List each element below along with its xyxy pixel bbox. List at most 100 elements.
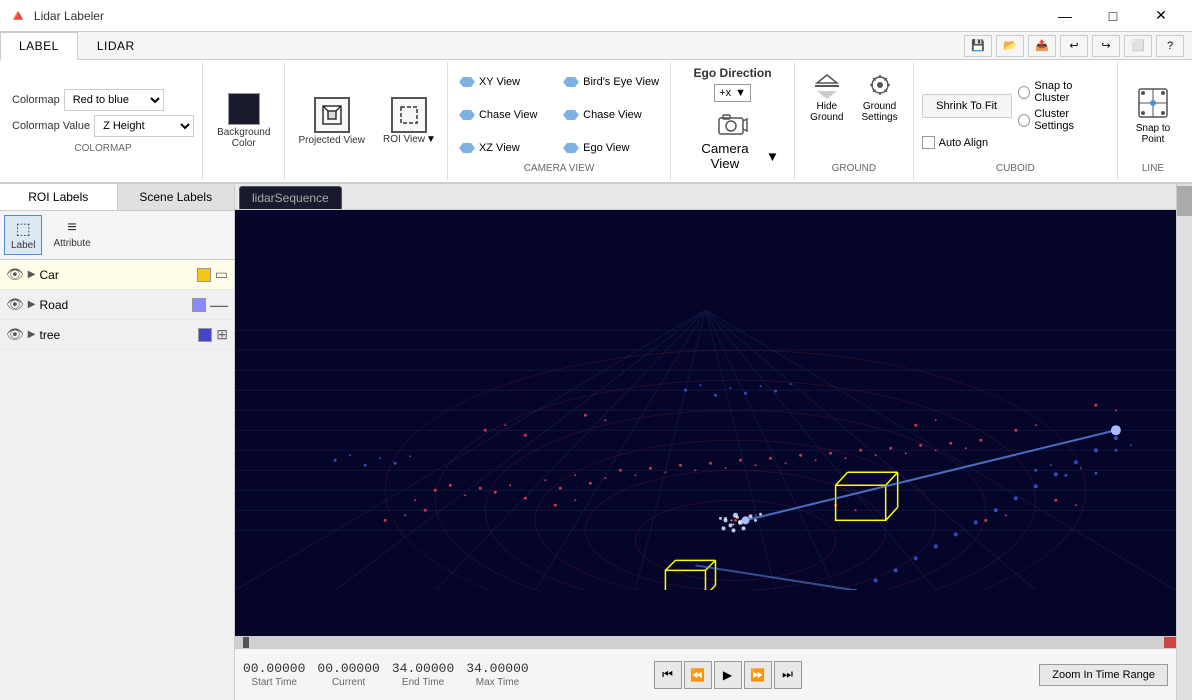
colormap-value-select[interactable]: Z Height Intensity Range [94, 115, 194, 137]
zoom-time-range-button[interactable]: Zoom In Time Range [1039, 664, 1168, 686]
ego-direction-select[interactable]: +x ▼ [714, 84, 751, 102]
xy-view-label: XY View [479, 76, 520, 88]
roi-view-button[interactable]: ROI View ▼ [378, 94, 441, 148]
cluster-settings-label: Cluster Settings [1034, 108, 1109, 132]
label-toolbar: ⬚ Label ≡ Attribute [0, 211, 234, 260]
ego-direction-section: Ego Direction +x ▼ Camera View ▼ [671, 62, 795, 180]
end-time-display: 34.00000 End Time [392, 661, 454, 688]
cuboid-section: Shrink To Fit Snap to Cluster Cluster Se… [914, 62, 1118, 180]
snap-to-point-button[interactable]: Snap toPoint [1126, 80, 1180, 150]
label-tool-button[interactable]: ⬚ Label [4, 215, 42, 255]
hide-ground-button[interactable]: HideGround [803, 66, 850, 128]
projected-view-button[interactable]: Projected View [291, 92, 372, 151]
projected-view-label: Projected View [298, 135, 365, 146]
auto-align-cb [922, 136, 935, 149]
attribute-tool-icon: ≡ [67, 219, 76, 237]
birds-eye-view-button[interactable]: Bird's Eye View [558, 66, 664, 97]
right-scrollbar[interactable] [1176, 184, 1192, 700]
colormap-value-label: Colormap Value [12, 120, 90, 132]
toolbar-undo-btn[interactable]: ↩ [1060, 35, 1088, 57]
road-visibility-icon[interactable]: 👁 [6, 296, 24, 313]
minimize-button[interactable]: — [1042, 0, 1088, 32]
left-panel: ROI Labels Scene Labels ⬚ Label ≡ Attrib… [0, 184, 235, 700]
colormap-select[interactable]: Red to blue Jet HSV [64, 89, 164, 111]
toolbar-redo-btn[interactable]: ↪ [1092, 35, 1120, 57]
toolbar-layout-btn[interactable]: ⬜ [1124, 35, 1152, 57]
app-icon: 🔺 [8, 6, 28, 26]
lidar-grid [235, 210, 1176, 590]
chase-view-label: Chase View [583, 109, 642, 121]
cluster-settings-radio [1018, 114, 1031, 127]
tree-label-icon: ⊞ [216, 326, 228, 343]
maximize-button[interactable]: □ [1090, 0, 1136, 32]
ground-section-label: GROUND [832, 163, 876, 176]
timeline-bar[interactable] [235, 636, 1176, 648]
toolbar-open-btn[interactable]: 📂 [996, 35, 1024, 57]
camera-view-button[interactable]: Camera View ▼ [679, 106, 786, 176]
window-title: Lidar Labeler [34, 9, 104, 23]
bounding-box-1 [665, 560, 715, 590]
bounding-box-2 [836, 472, 898, 520]
toolbar-save-btn[interactable]: 💾 [964, 35, 992, 57]
close-button[interactable]: ✕ [1138, 0, 1184, 32]
ground-settings-button[interactable]: GroundSettings [854, 66, 904, 128]
tab-lidar[interactable]: LIDAR [78, 32, 154, 59]
current-time-value: 00.00000 [317, 661, 379, 676]
trajectory-line-2 [695, 565, 855, 590]
camera-icon [717, 111, 749, 139]
camera-views-section: XY View Bird's Eye View Chase View Chase… [448, 62, 671, 180]
attribute-tool-label: Attribute [53, 238, 90, 249]
auto-align-checkbox[interactable]: Auto Align [922, 136, 989, 149]
background-color-button[interactable]: BackgroundColor [209, 89, 278, 153]
start-time-label: Start Time [251, 677, 297, 688]
tree-expand-arrow[interactable]: ▶ [28, 329, 36, 340]
tree-visibility-icon[interactable]: 👁 [6, 326, 24, 343]
road-expand-arrow[interactable]: ▶ [28, 299, 36, 310]
main-area: ROI Labels Scene Labels ⬚ Label ≡ Attrib… [0, 184, 1192, 700]
yz-view-button[interactable]: Chase View [454, 99, 556, 130]
next-frame-button[interactable]: ⏩ [744, 661, 772, 689]
skip-to-end-button[interactable]: ⏭ [774, 661, 802, 689]
tree-color-swatch [198, 328, 212, 342]
chase-view-button[interactable]: Chase View [558, 99, 664, 130]
roi-view-icon [391, 97, 427, 133]
lidar-sequence-tab[interactable]: lidarSequence [239, 186, 342, 209]
roi-view-label: ROI View [383, 134, 425, 145]
cluster-settings-checkbox[interactable]: Cluster Settings [1018, 108, 1109, 132]
snap-to-cluster-radio [1018, 86, 1031, 99]
snap-to-cluster-checkbox[interactable]: Snap to Cluster [1018, 80, 1109, 104]
toolbar-export-btn[interactable]: 📤 [1028, 35, 1056, 57]
label-item-tree[interactable]: 👁 ▶ tree ⊞ [0, 320, 234, 350]
roi-labels-tab[interactable]: ROI Labels [0, 184, 118, 210]
play-button[interactable]: ▶ [714, 661, 742, 689]
hide-ground-label: HideGround [810, 101, 843, 123]
label-item-car[interactable]: 👁 ▶ Car ▭ [0, 260, 234, 290]
scroll-thumb[interactable] [1177, 186, 1192, 216]
line-section-label: LINE [1142, 163, 1164, 176]
shrink-to-fit-button[interactable]: Shrink To Fit [922, 94, 1012, 118]
viewport-canvas[interactable] [235, 210, 1176, 636]
tab-label[interactable]: LABEL [0, 32, 78, 60]
xz-view-button[interactable]: XZ View [454, 132, 556, 163]
max-time-label: Max Time [476, 677, 519, 688]
viewport-tab-bar: lidarSequence [235, 184, 1176, 210]
xy-view-button[interactable]: XY View [454, 66, 556, 97]
trajectory-startpoint [742, 516, 750, 524]
scene-labels-tab[interactable]: Scene Labels [118, 184, 235, 210]
prev-frame-button[interactable]: ⏪ [684, 661, 712, 689]
current-time-display: 00.00000 Current [317, 661, 379, 688]
end-time-value: 34.00000 [392, 661, 454, 676]
timeline-marker[interactable] [243, 637, 249, 648]
viewport-area: lidarSequence [235, 184, 1176, 700]
label-item-road[interactable]: 👁 ▶ Road — [0, 290, 234, 320]
toolbar-help-btn[interactable]: ? [1156, 35, 1184, 57]
start-time-value: 00.00000 [243, 661, 305, 676]
label-tool-label: Label [11, 240, 35, 251]
camera-view-dropdown-arrow: ▼ [766, 149, 779, 164]
ego-view-button[interactable]: Ego View [558, 132, 664, 163]
car-expand-arrow[interactable]: ▶ [28, 269, 36, 280]
car-color-swatch [197, 268, 211, 282]
skip-to-start-button[interactable]: ⏮ [654, 661, 682, 689]
car-visibility-icon[interactable]: 👁 [6, 266, 24, 283]
attribute-tool-button[interactable]: ≡ Attribute [46, 215, 97, 255]
